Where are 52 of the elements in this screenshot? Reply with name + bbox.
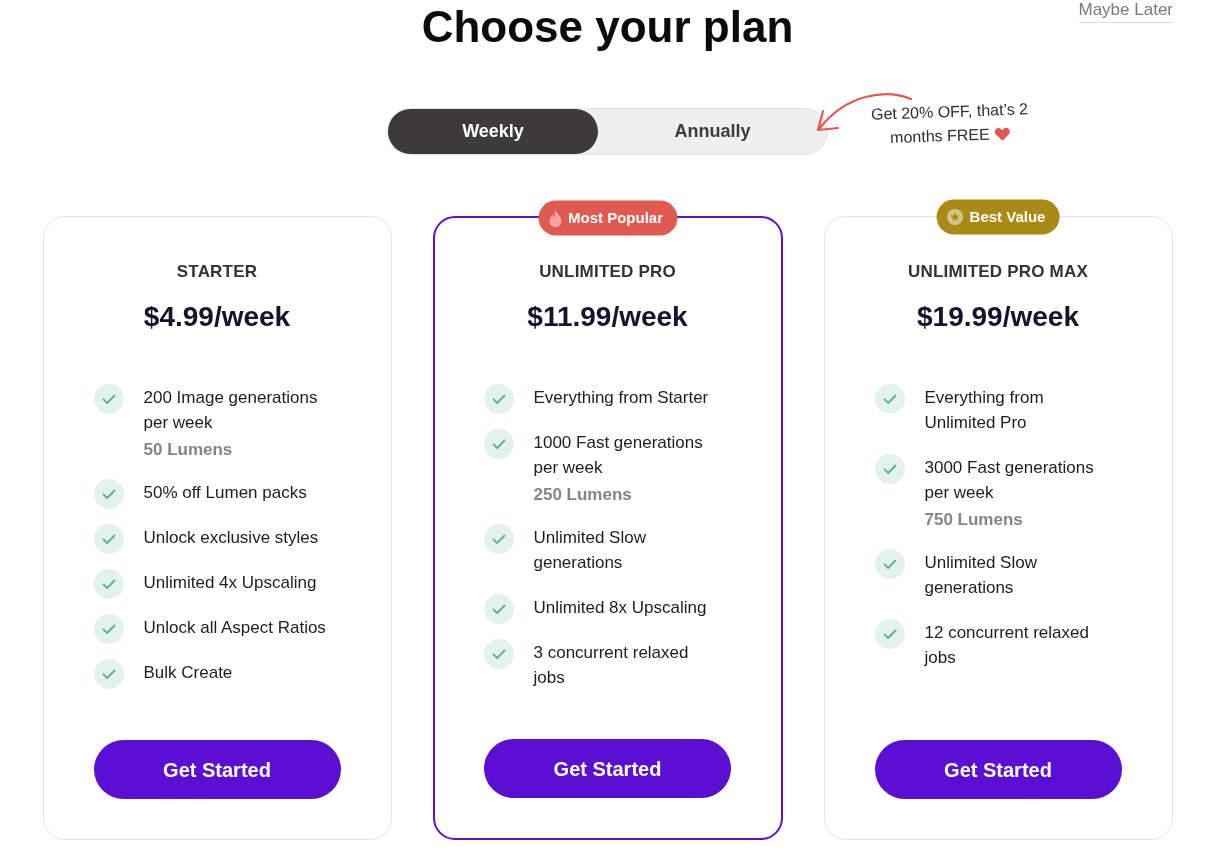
plan-name: UNLIMITED PRO MAX <box>908 262 1088 282</box>
plan-name: STARTER <box>176 262 258 282</box>
feature-text: Bulk Create <box>143 662 233 684</box>
feature-text: Everything from Unlimited Pro <box>924 387 1045 434</box>
flame-icon <box>548 209 562 227</box>
feature-text: Unlimited 8x Upscaling <box>533 597 707 619</box>
check-icon <box>483 524 514 554</box>
check-icon <box>874 619 905 649</box>
plan-name: UNLIMITED PRO <box>539 262 676 282</box>
get-started-button[interactable]: Get Started <box>874 740 1122 799</box>
promo-note: Get 20% OFF, that’s 2 <box>870 99 1029 125</box>
feature-text: 50% off Lumen packs <box>143 482 307 504</box>
get-started-button[interactable]: Get Started <box>93 740 341 799</box>
feature-note: 50 Lumens <box>143 440 233 460</box>
feature-text: Unlock exclusive styles <box>143 527 319 549</box>
check-icon <box>93 479 124 509</box>
check-icon <box>93 614 124 644</box>
badge-label: Most Popular <box>568 207 663 228</box>
check-icon <box>874 384 905 414</box>
check-icon <box>93 569 124 599</box>
check-icon <box>483 384 514 414</box>
check-icon <box>483 429 514 459</box>
get-started-button[interactable]: Get Started <box>484 739 731 798</box>
feature-text: Unlimited Slow generations <box>533 527 647 574</box>
billing-tab[interactable]: Weekly <box>388 109 598 154</box>
check-icon <box>93 524 124 554</box>
plan-price: $19.99/week <box>917 300 1079 334</box>
page-title: Choose your plan <box>421 2 794 52</box>
feature-text: Unlimited 4x Upscaling <box>143 572 317 594</box>
feature-text: 200 Image generations per week <box>143 387 319 434</box>
feature-text: Unlock all Aspect Ratios <box>143 617 326 639</box>
feature-text: 3000 Fast generations per week <box>924 457 1095 504</box>
check-icon <box>483 594 514 624</box>
maybe-later-link[interactable]: Maybe Later <box>1078 0 1173 23</box>
feature-text: 12 concurrent relaxed jobs <box>924 622 1090 669</box>
check-icon <box>93 659 124 689</box>
feature-text: 3 concurrent relaxed jobs <box>533 642 690 689</box>
promo-note: months FREE <box>889 124 991 149</box>
heart-icon <box>994 126 1011 142</box>
feature-text: Unlimited Slow generations <box>924 552 1038 599</box>
plan-price: $11.99/week <box>527 300 688 334</box>
badge-label: Best Value <box>969 206 1046 227</box>
feature-note: 750 Lumens <box>924 510 1023 530</box>
check-icon <box>93 384 124 414</box>
feature-note: 250 Lumens <box>533 485 632 505</box>
feature-text: Everything from Starter <box>533 387 709 409</box>
check-icon <box>874 549 905 579</box>
plan-price: $4.99/week <box>143 300 291 334</box>
check-icon <box>874 454 905 484</box>
feature-text: 1000 Fast generations per week <box>533 432 704 479</box>
billing-tab[interactable]: Annually <box>598 109 827 154</box>
check-icon <box>483 639 514 669</box>
